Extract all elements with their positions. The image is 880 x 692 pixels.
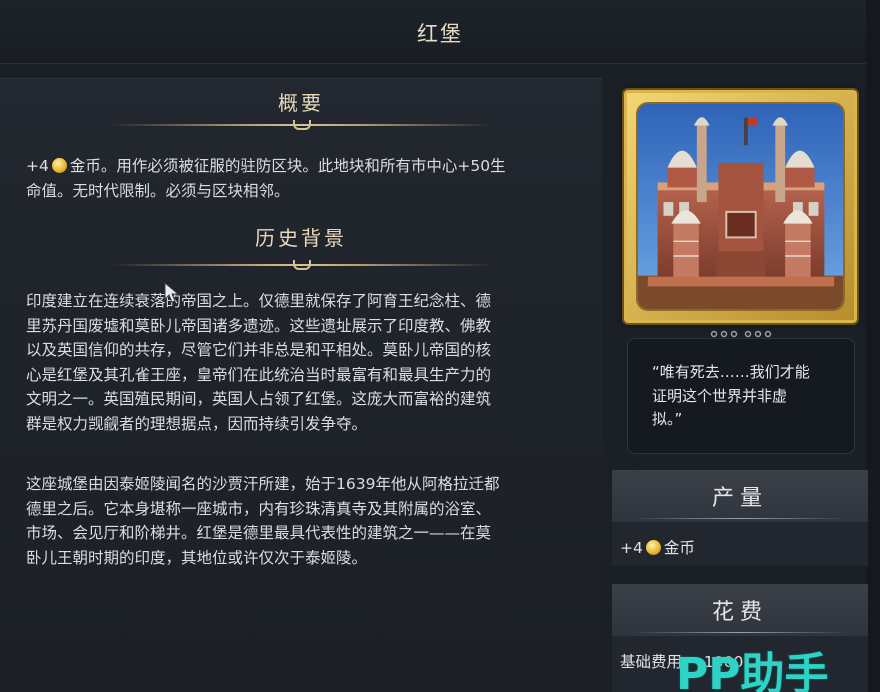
quote-line: 证明这个世界并非虚 [652, 386, 788, 405]
overview-line-2: 命值。无时代限制。必须与区块相邻。 [26, 181, 290, 200]
red-fort-wonder-image [636, 102, 845, 311]
history-p2-line: 德里之后。它本身堪称一座城市，内有珍珠清真寺及其附属的浴室、 [26, 499, 492, 518]
quote-box: “唯有死去……我们才能 证明这个世界并非虚 拟。” [627, 338, 855, 454]
quote-line: 拟。” [652, 410, 683, 428]
history-p2-line: 市场、会见厅和阶梯井。红堡是德里最具代表性的建筑之一——在莫 [26, 524, 492, 542]
gold-coin-icon [51, 158, 67, 173]
cost-header-area: 花费 [612, 584, 868, 636]
history-paragraph-1: 印度建立在连续衰落的帝国之上。仅德里就保存了阿育王纪念柱、德 里苏丹国废墟和莫卧… [26, 289, 586, 436]
quote-line: “唯有死去……我们才能 [652, 363, 810, 381]
cost-divider [632, 632, 848, 633]
cost-label: 基础费用 [620, 653, 683, 671]
watermark: PP助手 [676, 638, 876, 692]
overview-gold-amount: +4 [26, 157, 49, 175]
history-paragraph-2: 这座城堡由因泰姬陵闻名的沙贾汗所建，始于1639年他从阿格拉迁都 德里之后。它本… [26, 472, 586, 570]
window-edge [866, 0, 880, 692]
history-divider [112, 259, 492, 273]
overview-divider [112, 119, 492, 133]
production-row: +4 金币 [620, 536, 695, 558]
window-title: 红堡 [417, 22, 463, 46]
production-header-area: 产量 [612, 470, 868, 522]
history-p1-line: 群是权力觊觎者的理想据点，因而持续引发争夺。 [26, 414, 368, 433]
production-label: 金币 [663, 539, 695, 557]
overview-line-1: +4 金币。用作必须被征服的驻防区块。此地块和所有市中心+50生 [26, 154, 586, 179]
quote-ornament-icon [710, 330, 772, 338]
quote-text: “唯有死去……我们才能 证明这个世界并非虚 拟。” [652, 361, 838, 432]
cost-header: 花费 [711, 600, 768, 625]
history-p1-line: 心是红堡及其孔雀王座，皇帝们在此统治当时最富有和最具生产力的 [26, 365, 492, 384]
production-header: 产量 [711, 486, 768, 511]
title-bar: 红堡 [0, 0, 880, 64]
production-amount: +4 [620, 539, 643, 557]
history-p1-line: 里苏丹国废墟和莫卧儿帝国诸多遗迹。这些遗址展示了印度教、佛教 [26, 316, 492, 335]
overview-line-1-text: 金币。用作必须被征服的驻防区块。此地块和所有市中心+50生 [69, 157, 506, 175]
production-divider [632, 518, 848, 519]
history-p1-line: 以及英国信仰的共存，尽管它们并非总是和平相处。莫卧儿帝国的核 [26, 341, 492, 359]
gold-coin-icon [645, 540, 661, 555]
description-panel: 概要 +4 金币。用作必须被征服的驻防区块。此地块和所有市中心+50生 命值。无时… [0, 78, 602, 692]
history-p2-line: 卧儿王朝时期的印度，其地位或许仅次于泰姬陵。 [26, 548, 368, 567]
overview-text: +4 金币。用作必须被征服的驻防区块。此地块和所有市中心+50生 命值。无时代限制… [26, 154, 586, 203]
history-p1-line: 印度建立在连续衰落的帝国之上。仅德里就保存了阿育王纪念柱、德 [26, 292, 492, 310]
history-p1-line: 文明之一。英国殖民期间，英国人占领了红堡。这庞大而富裕的建筑 [26, 390, 492, 408]
history-header: 历史背景 [255, 226, 347, 250]
watermark-text: PP助手 [676, 649, 829, 692]
mouse-cursor-icon [164, 282, 180, 303]
wonder-image-frame [624, 90, 857, 323]
history-p2-line: 这座城堡由因泰姬陵闻名的沙贾汗所建，始于1639年他从阿格拉迁都 [26, 475, 500, 493]
production-panel: 产量 +4 金币 [612, 470, 868, 566]
overview-header: 概要 [278, 91, 324, 115]
